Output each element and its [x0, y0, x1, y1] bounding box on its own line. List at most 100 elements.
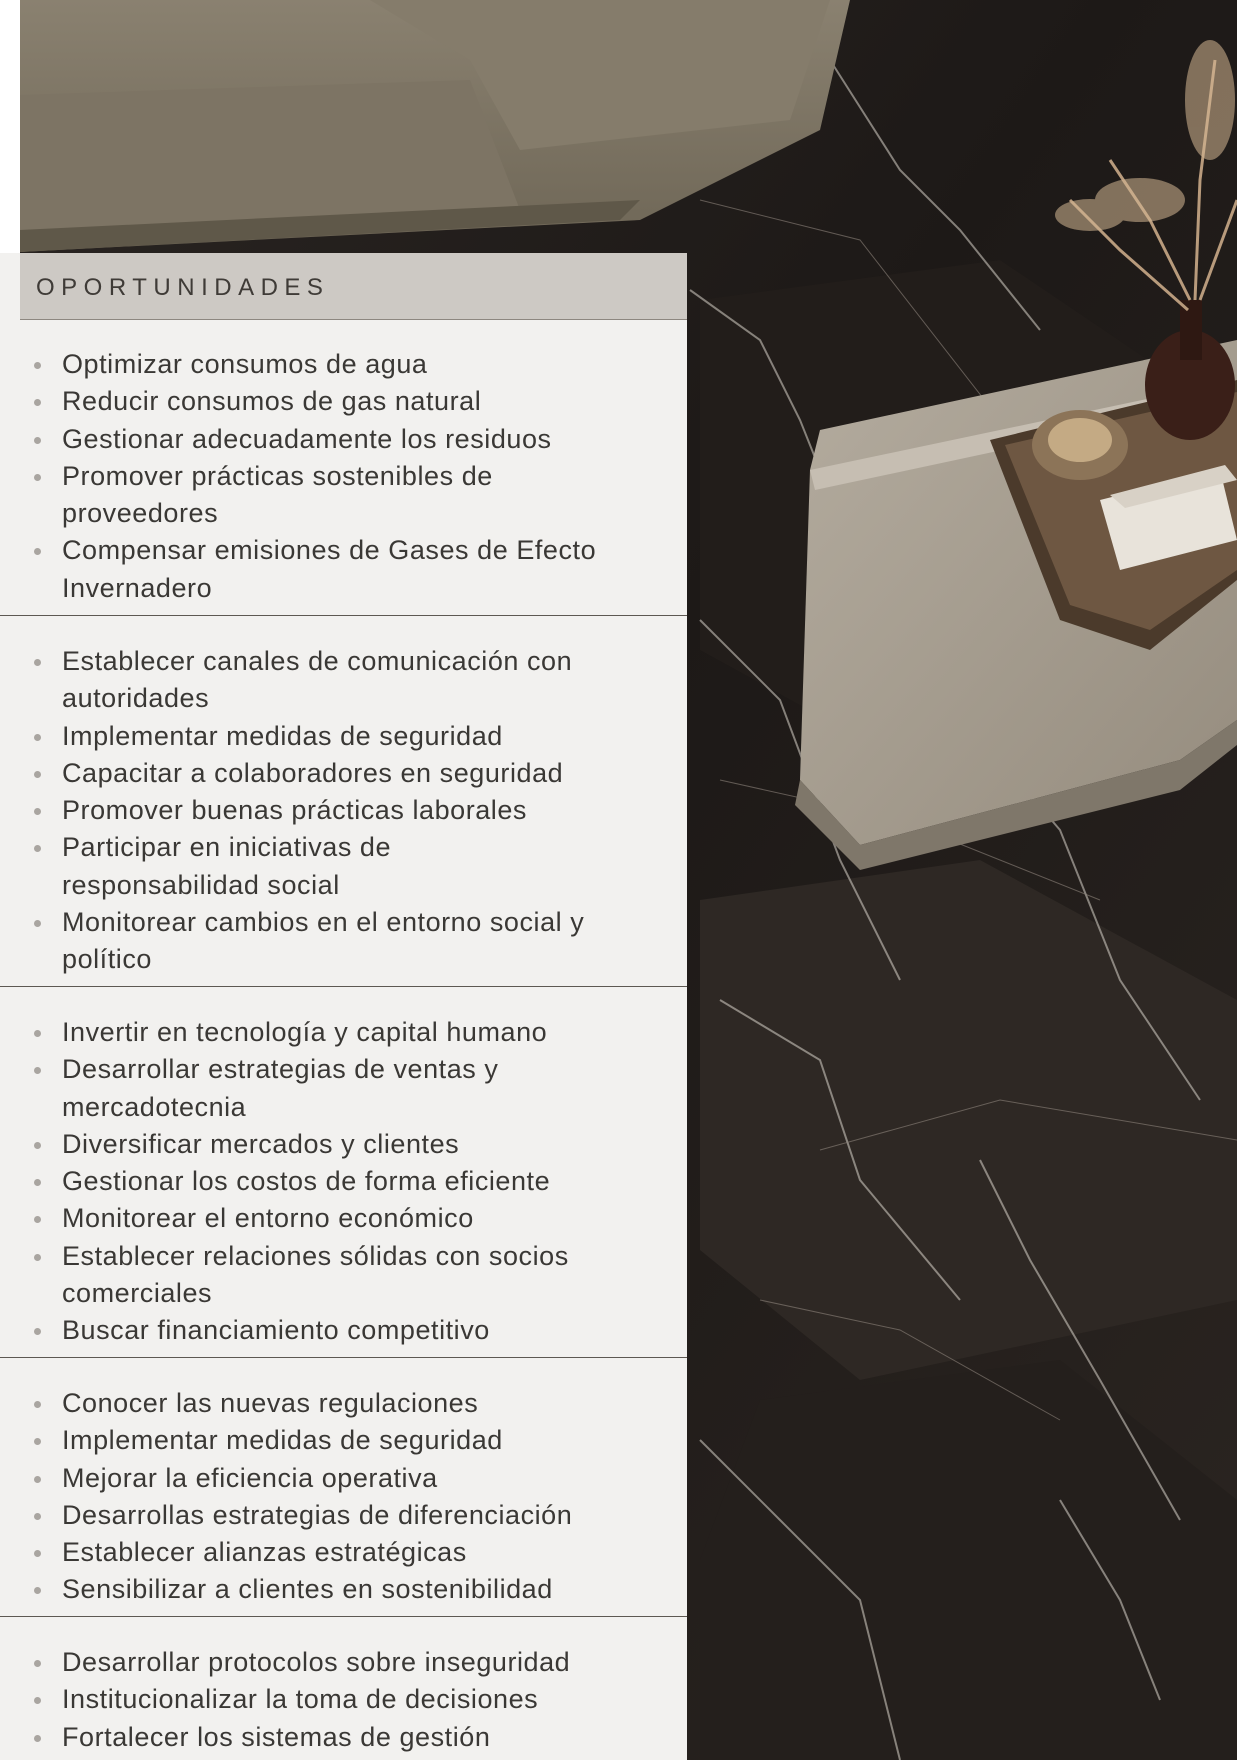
bullet-icon: [34, 1697, 41, 1705]
opportunity-item-text: Monitorear cambios en el entorno social …: [62, 907, 585, 938]
bullet-icon: [34, 733, 41, 741]
bullet-icon: [34, 1030, 41, 1037]
opportunity-item-text: Conocer las nuevas regulaciones: [62, 1388, 479, 1418]
bullet-icon: [34, 920, 41, 928]
opportunity-item: Diversificar mercados y clientes: [0, 1126, 687, 1163]
bullet-icon: [34, 770, 41, 778]
opportunity-item: Institucionalizar la toma de decisiones: [0, 1681, 687, 1718]
bullet-icon: [34, 436, 41, 444]
opportunity-item-text: político: [62, 944, 152, 975]
opportunity-item-text: proveedores: [62, 498, 219, 529]
opportunity-section: Conocer las nuevas regulaciones Implement…: [0, 1385, 687, 1609]
opportunity-item: Gestionar los costos de forma eficiente: [0, 1163, 687, 1200]
opportunity-item-text: Implementar medidas de seguridad: [62, 1425, 503, 1456]
opportunity-item-text: Desarrollar estrategias de ventas y: [62, 1054, 499, 1085]
opportunity-item-text: Compensar emisiones de Gases de Efecto: [62, 535, 597, 566]
opportunity-item: Implementar medidas de seguridad: [0, 1422, 687, 1459]
opportunity-item-text: Establecer alianzas estratégicas: [62, 1537, 467, 1568]
opportunity-list: Conocer las nuevas regulaciones Implement…: [0, 1385, 687, 1609]
bullet-icon: [34, 1328, 41, 1336]
bullet-icon: [34, 1660, 41, 1667]
panel-title: OPORTUNIDADES: [36, 274, 330, 301]
bullet-icon: [34, 1067, 41, 1075]
opportunity-item-text: Establecer relaciones sólidas con socios: [62, 1240, 569, 1271]
bullet-icon: [34, 399, 41, 407]
bullet-icon: [34, 1253, 41, 1261]
opportunity-item-text: Establecer canales de comunicación con: [62, 646, 573, 676]
bullet-icon: [34, 1550, 41, 1558]
bullet-icon: [34, 1438, 41, 1446]
opportunity-section: Optimizar consumos de agua Reducir consum…: [0, 346, 687, 607]
bullet-icon: [34, 1179, 41, 1187]
opportunity-item: Participar en iniciativas de responsabili…: [0, 829, 687, 904]
opportunity-item-text: Invertir en tecnología y capital humano: [62, 1017, 548, 1047]
opportunity-list: Desarrollar protocolos sobre inseguridad…: [0, 1644, 687, 1756]
opportunity-section: Desarrollar protocolos sobre inseguridad…: [0, 1644, 687, 1756]
opportunity-item-text: Sensibilizar a clientes en sostenibilida…: [62, 1574, 553, 1605]
opportunity-item-text: Optimizar consumos de agua: [62, 349, 428, 379]
opportunity-item: Monitorear el entorno económico: [0, 1200, 687, 1237]
opportunity-item-text: Participar en iniciativas de: [62, 832, 392, 863]
opportunity-item-text: Mejorar la eficiencia operativa: [62, 1462, 438, 1493]
opportunity-item: Desarrollas estrategias de diferenciació…: [0, 1497, 687, 1534]
opportunity-item-text: Desarrollas estrategias de diferenciació…: [62, 1499, 573, 1530]
bullet-icon: [34, 1512, 41, 1520]
bullet-icon: [34, 845, 41, 853]
opportunity-item: Buscar financiamiento competitivo: [0, 1312, 687, 1349]
opportunity-item-text: Reducir consumos de gas natural: [62, 386, 482, 417]
opportunity-item: Fortalecer los sistemas de gestión: [0, 1719, 687, 1756]
section-divider: [0, 986, 687, 987]
opportunity-list: Optimizar consumos de agua Reducir consum…: [0, 346, 687, 607]
opportunity-item: Mejorar la eficiencia operativa: [0, 1460, 687, 1497]
opportunity-item: Gestionar adecuadamente los residuos: [0, 421, 687, 458]
opportunity-item-text: Invernadero: [62, 572, 213, 603]
opportunity-item: Invertir en tecnología y capital humano: [0, 1014, 687, 1051]
opportunity-item: Desarrollar protocolos sobre inseguridad: [0, 1644, 687, 1681]
opportunity-item: Establecer canales de comunicación con au…: [0, 643, 687, 718]
opportunity-item-text: Institucionalizar la toma de decisiones: [62, 1684, 539, 1715]
opportunity-item: Establecer relaciones sólidas con socios…: [0, 1238, 687, 1313]
opportunity-item: Promover prácticas sostenibles de proveed…: [0, 458, 687, 533]
opportunity-item-text: responsabilidad social: [62, 869, 340, 900]
bullet-icon: [34, 473, 41, 481]
bullet-icon: [34, 659, 41, 666]
opportunity-section: Establecer canales de comunicación con au…: [0, 643, 687, 979]
opportunity-item-text: Gestionar adecuadamente los residuos: [62, 423, 552, 454]
section-divider: [0, 615, 687, 616]
opportunity-item: Capacitar a colaboradores en seguridad: [0, 755, 687, 792]
bullet-icon: [34, 1734, 41, 1742]
opportunity-item-text: mercadotecnia: [62, 1091, 247, 1122]
bullet-icon: [34, 1141, 41, 1149]
opportunity-item-text: Fortalecer los sistemas de gestión: [62, 1721, 491, 1752]
bullet-icon: [34, 1587, 41, 1595]
opportunity-item-text: Capacitar a colaboradores en seguridad: [62, 757, 564, 788]
opportunity-item: Optimizar consumos de agua: [0, 346, 687, 383]
bullet-icon: [34, 808, 41, 816]
opportunity-item-text: Buscar financiamiento competitivo: [62, 1315, 490, 1346]
opportunities-panel: OPORTUNIDADES Optimizar consumos de agua…: [0, 253, 687, 1760]
opportunity-item: Implementar medidas de seguridad: [0, 718, 687, 755]
opportunity-item: Promover buenas prácticas laborales: [0, 792, 687, 829]
opportunity-item-text: Promover buenas prácticas laborales: [62, 795, 527, 826]
section-divider: [0, 1357, 687, 1358]
panel-header: OPORTUNIDADES: [20, 253, 687, 320]
opportunity-item-text: Promover prácticas sostenibles de: [62, 460, 493, 491]
opportunity-item-text: Gestionar los costos de forma eficiente: [62, 1166, 551, 1197]
opportunity-item: Monitorear cambios en el entorno social …: [0, 904, 687, 979]
opportunity-item: Sensibilizar a clientes en sostenibilida…: [0, 1571, 687, 1608]
bullet-icon: [34, 362, 41, 369]
opportunity-item: Reducir consumos de gas natural: [0, 383, 687, 420]
opportunity-section: Invertir en tecnología y capital humano D…: [0, 1014, 687, 1350]
opportunity-list: Establecer canales de comunicación con au…: [0, 643, 687, 979]
opportunity-item-text: Implementar medidas de seguridad: [62, 720, 503, 751]
bullet-icon: [34, 1216, 41, 1224]
opportunity-item-text: Diversificar mercados y clientes: [62, 1128, 460, 1159]
opportunity-item: Compensar emisiones de Gases de Efecto In…: [0, 532, 687, 607]
opportunity-item: Conocer las nuevas regulaciones: [0, 1385, 687, 1422]
section-divider: [0, 1616, 687, 1617]
opportunity-item-text: autoridades: [62, 683, 210, 714]
bullet-icon: [34, 1401, 41, 1408]
opportunity-item-text: Monitorear el entorno económico: [62, 1203, 474, 1234]
opportunity-list: Invertir en tecnología y capital humano D…: [0, 1014, 687, 1350]
opportunity-item-text: Desarrollar protocolos sobre inseguridad: [62, 1647, 571, 1677]
